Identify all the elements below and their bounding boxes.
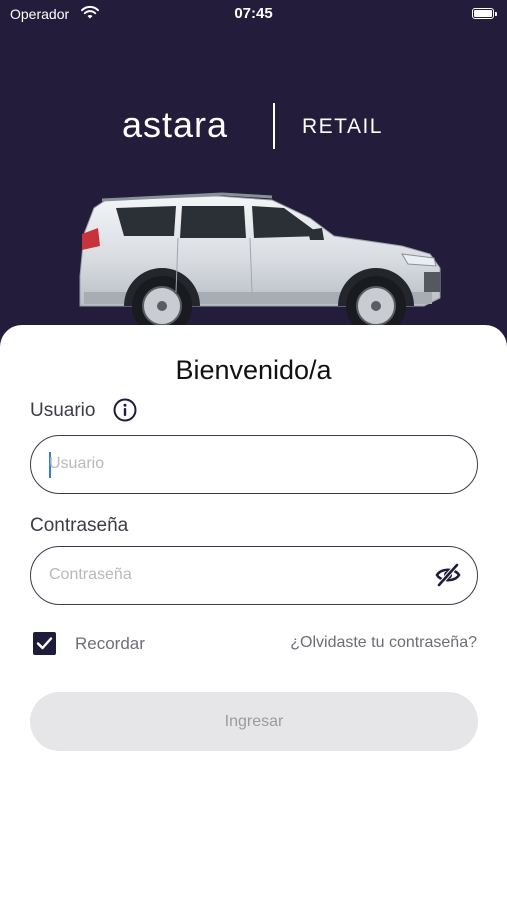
battery-icon <box>472 8 497 19</box>
logo-subtitle: RETAIL <box>302 115 383 138</box>
remember-label[interactable]: Recordar <box>75 634 145 654</box>
username-input[interactable] <box>49 450 429 478</box>
brand-logo: astara RETAIL <box>0 103 507 149</box>
welcome-title: Bienvenido/a <box>175 355 332 385</box>
checkmark-icon <box>36 637 53 650</box>
eye-slash-icon[interactable] <box>435 563 461 587</box>
logo-wordmark: astara <box>122 104 229 145</box>
username-label: Usuario <box>30 400 96 421</box>
remember-checkbox[interactable] <box>33 632 56 655</box>
password-label: Contraseña <box>30 515 129 536</box>
forgot-password-link[interactable]: ¿Olvidaste tu contraseña? <box>290 634 477 652</box>
login-button[interactable]: Ingresar <box>30 692 478 751</box>
logo-divider <box>273 103 275 149</box>
info-icon[interactable] <box>113 398 137 422</box>
status-time: 07:45 <box>234 5 273 22</box>
password-input[interactable] <box>49 561 429 589</box>
car-image <box>79 192 441 336</box>
status-bar: Operador 07:45 <box>0 0 507 28</box>
username-field[interactable] <box>30 435 478 494</box>
password-field[interactable] <box>30 546 478 605</box>
